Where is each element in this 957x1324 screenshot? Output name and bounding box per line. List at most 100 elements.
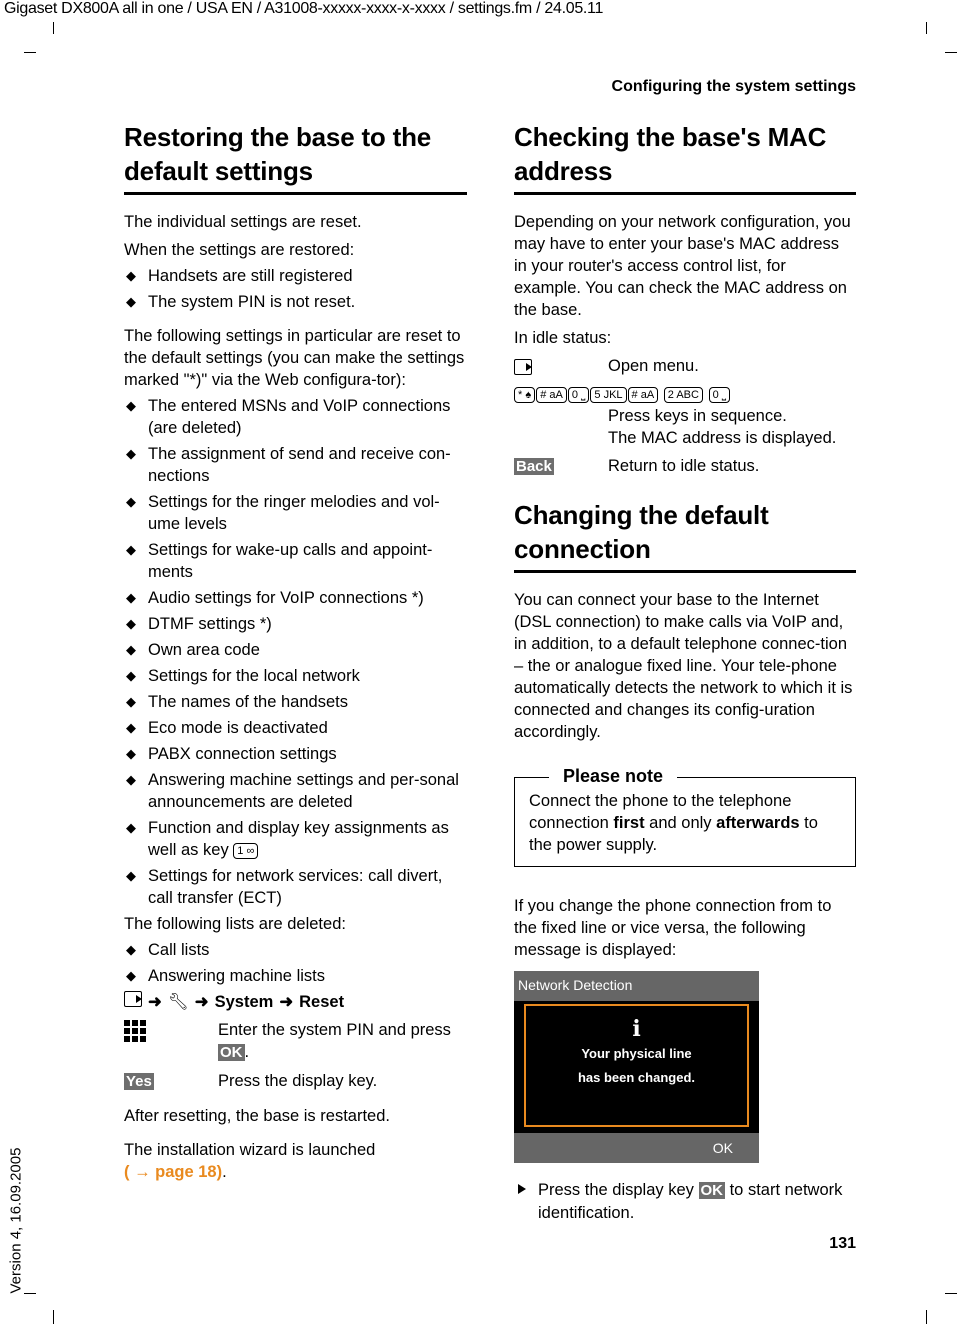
wrench-icon: 🔧︎: [167, 993, 189, 1011]
screen-ok-softkey[interactable]: OK: [514, 1133, 759, 1163]
list-item: ◆ The system PIN is not reset.: [126, 293, 356, 311]
deleted-list: ◆ Call lists ◆ Answering machine lists: [124, 939, 467, 987]
menu-icon: [514, 358, 532, 375]
version-label: Version 4, 16.09.2005: [7, 1147, 25, 1294]
paragraph: If you change the phone connection from …: [514, 897, 832, 959]
info-icon: i: [632, 1016, 641, 1042]
two-key-icon: 2 ABC: [663, 386, 703, 403]
crop-mark: [945, 1293, 957, 1294]
running-head: Configuring the system settings: [611, 78, 856, 95]
diamond-bullet-icon: ◆: [126, 694, 136, 709]
right-column: Checking the base's MAC address Dependin…: [514, 120, 856, 1224]
zero-key-icon: 0 ⎵: [708, 386, 731, 403]
path-reset: Reset: [299, 993, 345, 1011]
message-frame: i Your physical line has been changed.: [524, 1004, 749, 1127]
crop-mark: [926, 1310, 927, 1324]
list-item: ◆ The names of the handsets: [126, 693, 348, 711]
diamond-bullet-icon: ◆: [126, 668, 136, 683]
hash-key-icon: # aA: [627, 386, 659, 403]
yes-softkey: Yes: [124, 1073, 154, 1090]
phone-screen: Network Detection i Your physical line h…: [514, 971, 759, 1163]
diamond-bullet-icon: ◆: [126, 446, 136, 461]
screen-header: Network Detection: [514, 971, 759, 1001]
list-item: ◆ Settings for wake-up calls and appoint-…: [126, 541, 433, 581]
document-id: Gigaset DX800A all in one / USA EN / A31…: [4, 0, 604, 17]
paragraph: Depending on your network configuration,…: [514, 213, 851, 319]
list-item: ◆ PABX connection settings: [126, 745, 337, 763]
arrow-icon: ➜: [279, 993, 294, 1011]
diamond-bullet-icon: ◆: [126, 720, 136, 735]
ok-softkey: OK: [698, 1182, 725, 1199]
paragraph: The following lists are deleted:: [124, 915, 346, 933]
list-item: ◆ The entered MSNs and VoIP connections (…: [126, 397, 451, 437]
list-item: ◆ DTMF settings *): [126, 615, 272, 633]
list-item: ◆ Answering machine lists: [126, 967, 325, 985]
step-text: Press keys in sequence.: [608, 407, 787, 425]
list-item: ◆ Audio settings for VoIP connections *): [126, 589, 424, 607]
paragraph: The installation wizard is launched ( → …: [124, 1141, 376, 1181]
ok-softkey: OK: [218, 1044, 245, 1061]
crop-mark: [53, 22, 54, 34]
diamond-bullet-icon: ◆: [126, 968, 136, 983]
crop-mark: [53, 1310, 54, 1324]
note-box: Please note Connect the phone to the tel…: [514, 765, 856, 867]
list-item: ◆ Settings for network services: call div…: [126, 867, 443, 907]
list-item: ◆ Function and display key assignments as…: [126, 819, 449, 859]
paragraph: The following settings in particular are…: [124, 327, 465, 389]
diamond-bullet-icon: ◆: [126, 942, 136, 957]
diamond-bullet-icon: ◆: [126, 542, 136, 557]
diamond-bullet-icon: ◆: [126, 772, 136, 787]
instruction-step: Press the display key OK to start networ…: [514, 1179, 856, 1224]
back-softkey: Back: [514, 458, 554, 475]
list-item: ◆ Own area code: [126, 641, 260, 659]
zero-key-icon: 0 ⎵: [567, 386, 590, 403]
list-item: ◆ Handsets are still registered: [126, 267, 353, 285]
key-1-icon: 1 ∞: [233, 842, 259, 859]
left-column: Restoring the base to the default settin…: [124, 120, 467, 1189]
five-key-icon: 5 JKL: [590, 386, 627, 403]
diamond-bullet-icon: ◆: [126, 590, 136, 605]
section-title-connection: Changing the default connection: [514, 498, 856, 573]
arrow-icon: ➜: [194, 993, 209, 1011]
step-back: Back Return to idle status.: [514, 457, 760, 475]
section-title-restore: Restoring the base to the default settin…: [124, 120, 467, 195]
kept-list: ◆ Handsets are still registered ◆ The syst…: [124, 265, 467, 313]
diamond-bullet-icon: ◆: [126, 268, 136, 283]
page-link[interactable]: ( → page 18): [124, 1163, 222, 1181]
diamond-bullet-icon: ◆: [126, 746, 136, 761]
note-title: Please note: [549, 765, 678, 787]
list-item: ◆ Answering machine settings and per-sona…: [126, 771, 459, 811]
diamond-bullet-icon: ◆: [126, 398, 136, 413]
step-enter-pin: Enter the system PIN and press OK.: [124, 1019, 467, 1064]
list-item: ◆ Settings for the ringer melodies and vo…: [126, 493, 440, 533]
list-item: ◆ The assignment of send and receive con-…: [126, 445, 451, 485]
paragraph: After resetting, the base is restarted.: [124, 1107, 390, 1125]
crop-mark: [24, 52, 36, 53]
paragraph: When the settings are restored:: [124, 241, 355, 259]
list-item: ◆ Settings for the local network: [126, 667, 360, 685]
crop-mark: [926, 22, 927, 34]
diamond-bullet-icon: ◆: [126, 294, 136, 309]
step-text: The MAC address is displayed.: [608, 429, 837, 447]
star-key-icon: * ♠: [514, 386, 536, 403]
diamond-bullet-icon: ◆: [126, 494, 136, 509]
paragraph: In idle status:: [514, 329, 612, 347]
key-sequence: * ♠ # aA 0 ⎵ 5 JKL # aA 2 ABC 0 ⎵: [514, 383, 856, 405]
paragraph: The individual settings are reset.: [124, 213, 362, 231]
menu-icon: [124, 991, 142, 1007]
section-title-mac: Checking the base's MAC address: [514, 120, 856, 195]
step-yes: Yes Press the display key.: [124, 1072, 378, 1090]
step-open-menu: Open menu.: [514, 355, 856, 377]
path-system: System: [214, 993, 274, 1011]
diamond-bullet-icon: ◆: [126, 820, 136, 835]
crop-mark: [945, 52, 957, 53]
list-item: ◆ Eco mode is deactivated: [126, 719, 328, 737]
diamond-bullet-icon: ◆: [126, 642, 136, 657]
crop-mark: [24, 1293, 36, 1294]
menu-path: ➜ 🔧︎ ➜ System ➜ Reset: [124, 991, 467, 1013]
diamond-bullet-icon: ◆: [126, 616, 136, 631]
diamond-bullet-icon: ◆: [126, 868, 136, 883]
list-item: ◆ Call lists: [126, 941, 210, 959]
triangle-bullet-icon: [518, 1184, 526, 1194]
hash-key-icon: # aA: [536, 386, 567, 403]
